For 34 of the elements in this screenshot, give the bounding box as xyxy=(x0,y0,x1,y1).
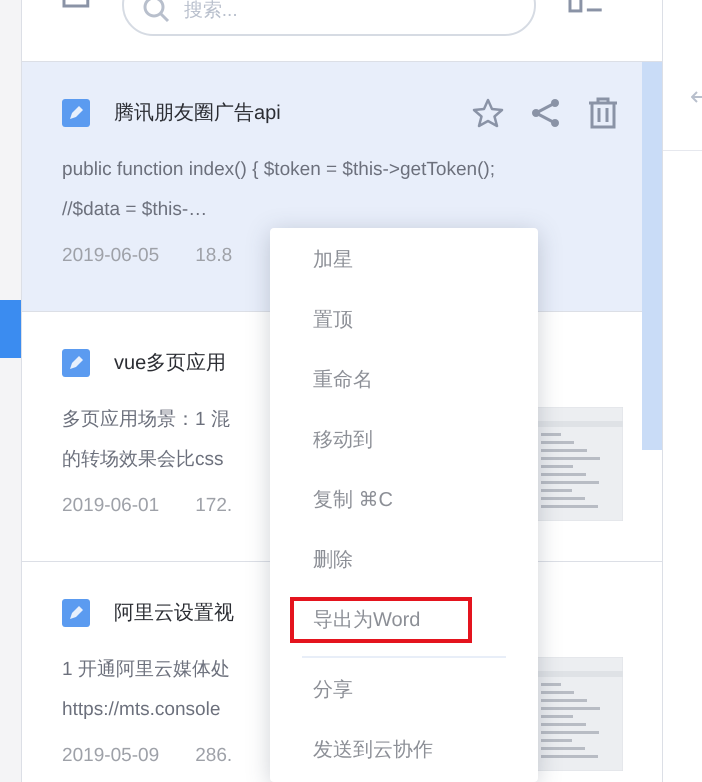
note-icon xyxy=(62,349,90,377)
star-icon[interactable] xyxy=(472,98,504,128)
note-icon xyxy=(62,599,90,627)
note-size: 286. xyxy=(195,744,232,768)
note-size: 172. xyxy=(195,494,232,518)
sidebar-indicator xyxy=(0,300,21,358)
note-excerpt: 多页应用场景：1 混 xyxy=(62,408,230,432)
menu-item[interactable]: 加星 xyxy=(290,237,376,283)
menu-item[interactable]: 导出为Word xyxy=(290,597,472,643)
menu-item[interactable]: 重命名 xyxy=(290,357,396,403)
menu-item[interactable]: 移动到 xyxy=(290,417,396,463)
arrow-left-icon[interactable] xyxy=(691,90,702,104)
search-icon xyxy=(142,0,172,25)
menu-item[interactable]: 分享 xyxy=(290,667,376,713)
note-date: 2019-06-05 xyxy=(62,244,160,268)
note-excerpt: 1 开通阿里云媒体处 xyxy=(62,658,230,682)
scrollbar[interactable] xyxy=(642,62,662,450)
search-input: 搜索... xyxy=(184,0,484,26)
note-icon xyxy=(62,99,90,127)
share-icon[interactable] xyxy=(530,97,562,129)
note-title: vue多页应用 xyxy=(114,351,226,376)
menu-item[interactable]: 复制 ⌘C xyxy=(290,477,416,523)
trash-icon[interactable] xyxy=(588,97,618,129)
note-title: 腾讯朋友圈广告api xyxy=(114,101,281,126)
menu-item[interactable]: 发送到云协作 xyxy=(290,727,456,773)
note-title: 阿里云设置视 xyxy=(114,601,234,626)
note-excerpt: 的转场效果会比css xyxy=(62,448,224,472)
note-excerpt: public function index() { $token = $this->getToken(); xyxy=(62,158,496,182)
note-size: 18.8 xyxy=(195,244,232,268)
note-excerpt: //$data = $this-… xyxy=(62,198,208,222)
note-date: 2019-05-09 xyxy=(62,744,160,768)
note-date: 2019-06-01 xyxy=(62,494,160,518)
note-excerpt: https://mts.console xyxy=(62,698,220,722)
search-field[interactable]: 搜索... xyxy=(122,0,536,36)
